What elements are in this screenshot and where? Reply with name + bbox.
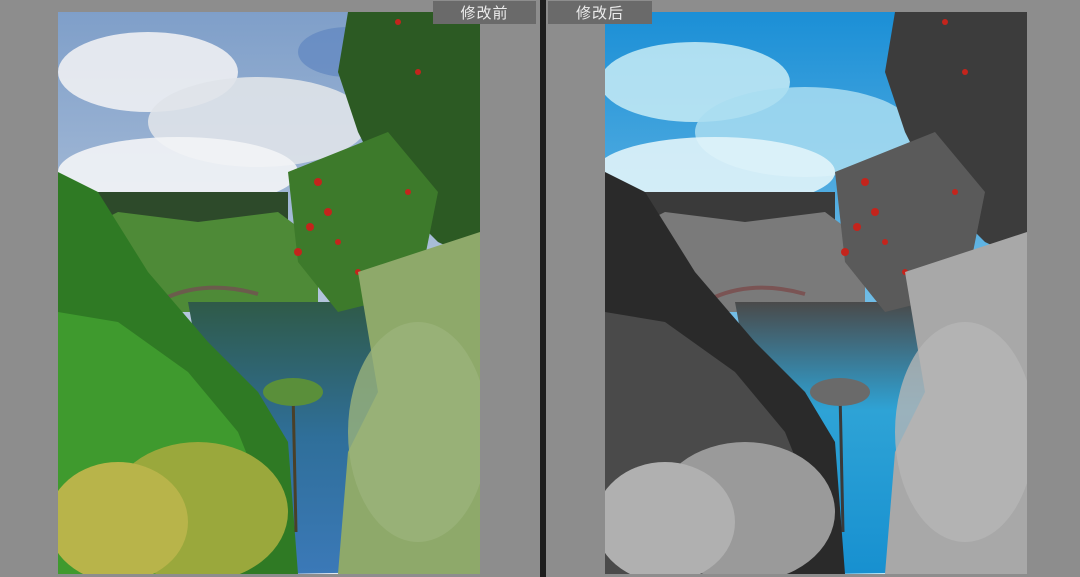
landscape-photo-icon <box>58 12 480 574</box>
after-label: 修改后 <box>548 1 652 24</box>
before-label: 修改前 <box>433 1 536 24</box>
before-photo <box>58 12 480 574</box>
landscape-photo-icon <box>605 12 1027 574</box>
after-photo <box>605 12 1027 574</box>
